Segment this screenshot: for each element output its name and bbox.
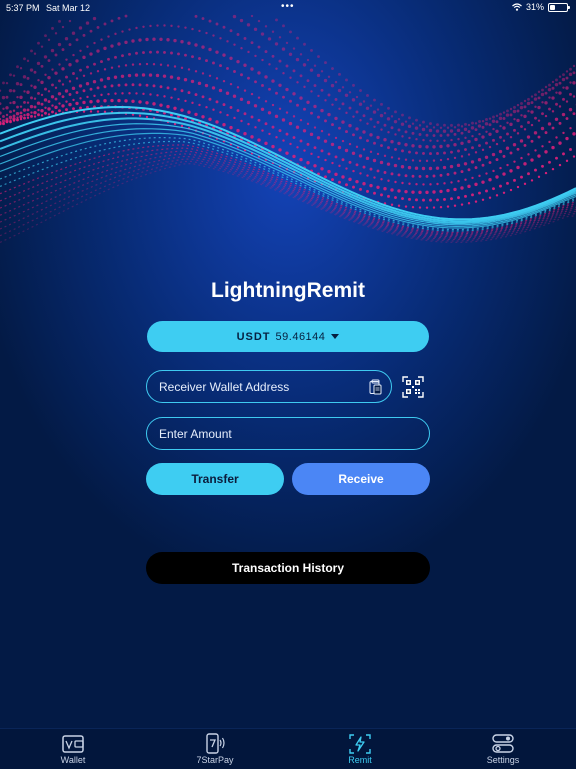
qr-scan-icon[interactable] [402, 376, 424, 398]
battery-fill [550, 5, 555, 10]
wifi-icon [512, 3, 522, 11]
receive-button[interactable]: Receive [292, 463, 430, 495]
tab-bar: Wallet 7StarPay Remit Settings [0, 728, 576, 769]
receiver-address-input[interactable] [157, 379, 391, 395]
tab-settings[interactable]: Settings [468, 729, 538, 769]
tab-remit[interactable]: Remit [325, 729, 395, 769]
tab-label: Wallet [61, 755, 86, 765]
receiver-address-field[interactable] [146, 370, 392, 403]
toggles-icon [491, 733, 515, 755]
amount-input[interactable] [157, 426, 429, 442]
tab-label: Settings [487, 755, 520, 765]
tab-label: 7StarPay [196, 755, 233, 765]
currency-balance: 59.46144 [276, 331, 326, 343]
tab-7starpay[interactable]: 7StarPay [180, 729, 250, 769]
transfer-button[interactable]: Transfer [146, 463, 284, 495]
lightning-icon [348, 733, 372, 755]
battery-percent: 31% [526, 2, 544, 12]
tab-label: Remit [348, 755, 372, 765]
status-date: Sat Mar 12 [46, 3, 90, 13]
tab-wallet[interactable]: Wallet [38, 729, 108, 769]
wallet-icon [61, 733, 85, 755]
caret-down-icon [331, 334, 339, 339]
app-title: LightningRemit [0, 279, 576, 303]
currency-symbol: USDT [237, 331, 271, 343]
amount-field[interactable] [146, 417, 430, 450]
paste-icon[interactable] [369, 379, 382, 395]
status-bar: 5:37 PM Sat Mar 12 ••• 31% [0, 0, 576, 16]
battery-icon [548, 3, 568, 12]
currency-selector[interactable]: USDT 59.46144 [147, 321, 429, 352]
transaction-history-button[interactable]: Transaction History [146, 552, 430, 584]
status-right: 31% [512, 2, 568, 12]
phone-pay-icon [203, 733, 227, 755]
status-time: 5:37 PM [6, 3, 40, 13]
multitasking-dots-icon[interactable]: ••• [281, 1, 295, 12]
